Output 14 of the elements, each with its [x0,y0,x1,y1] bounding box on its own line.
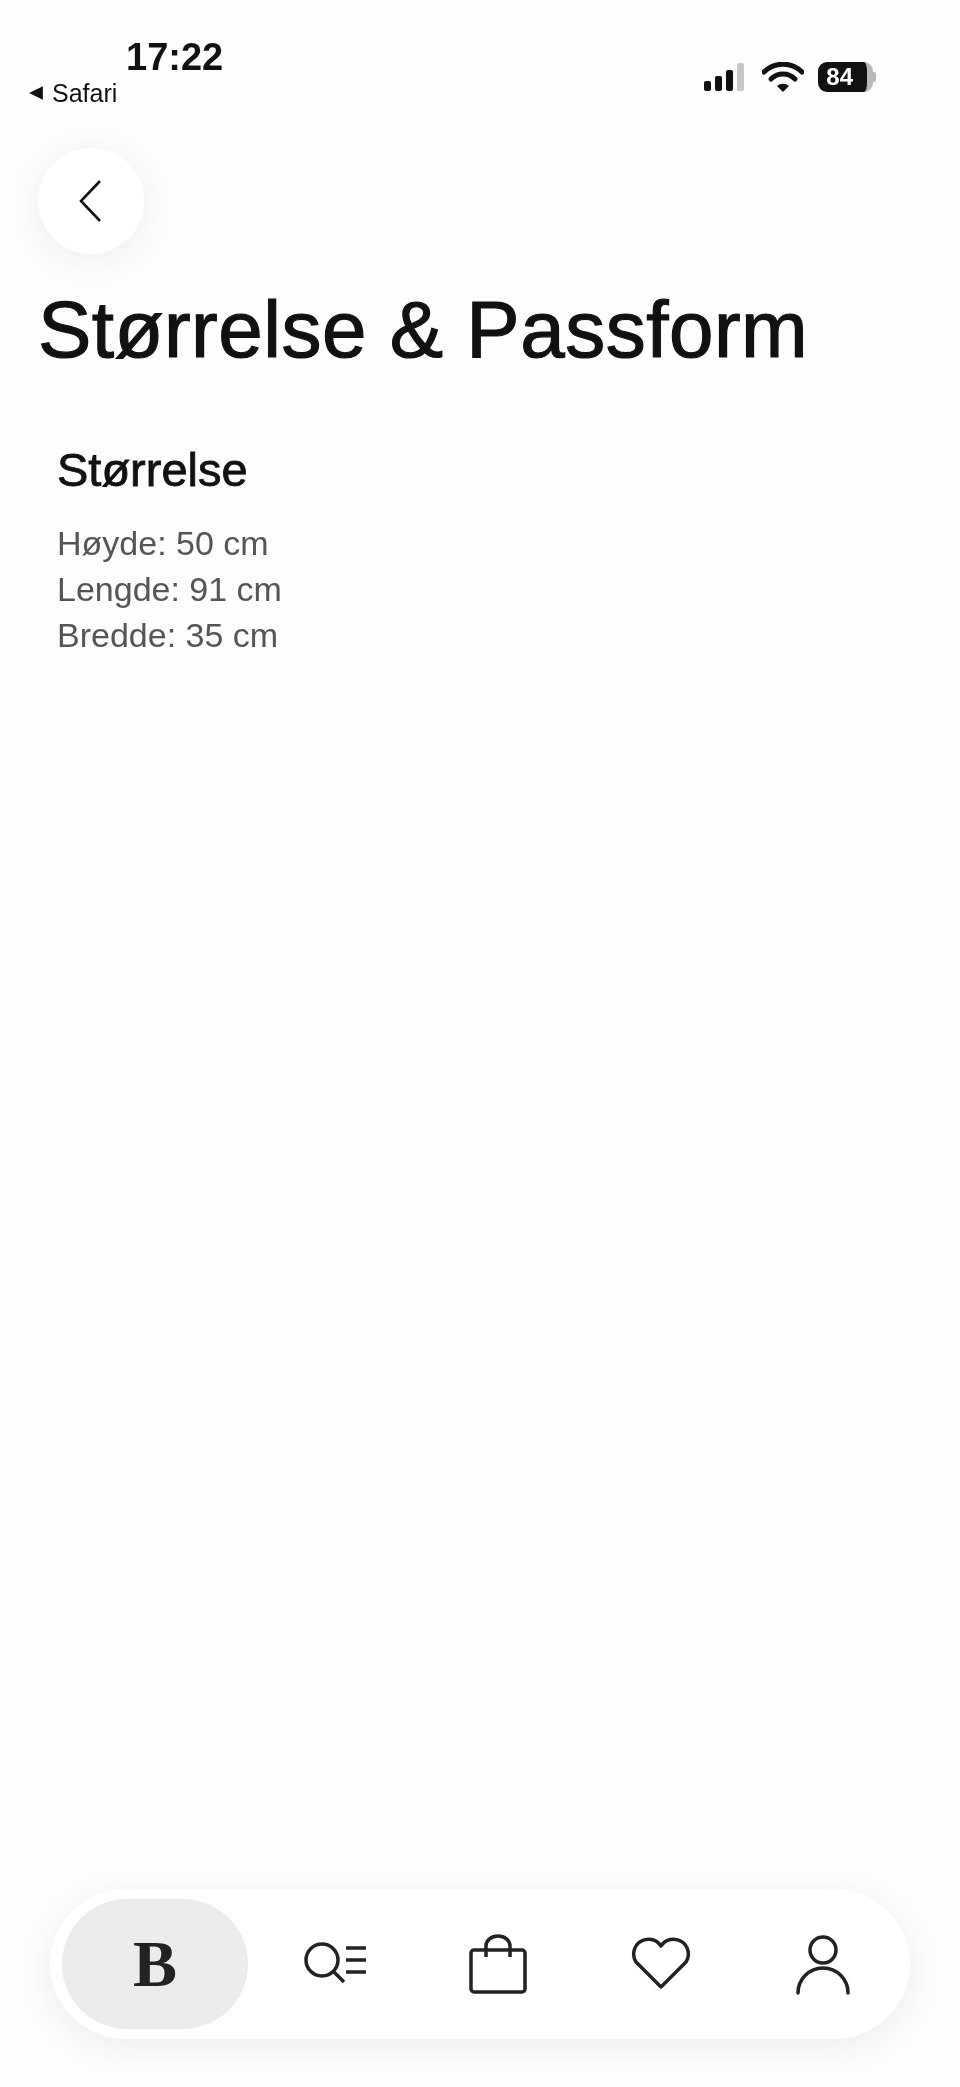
battery-indicator: 84 [818,62,876,92]
back-triangle-icon [28,85,44,101]
heart-icon [629,1937,692,1991]
status-time: 17:22 [126,36,224,78]
page-title: Størrelse & Passform [38,284,810,376]
size-measurement: Lengde: 91 cm [57,569,283,610]
size-measurement: Høyde: 50 cm [57,523,270,564]
person-icon [794,1933,852,1995]
section-heading: Størrelse [57,442,249,498]
back-to-app-link[interactable]: Safari [52,78,118,108]
wifi-icon [762,62,805,92]
shopping-bag-icon [467,1933,529,1995]
logo-tab[interactable]: B [62,1899,248,2029]
size-measurement: Bredde: 35 cm [57,615,280,656]
